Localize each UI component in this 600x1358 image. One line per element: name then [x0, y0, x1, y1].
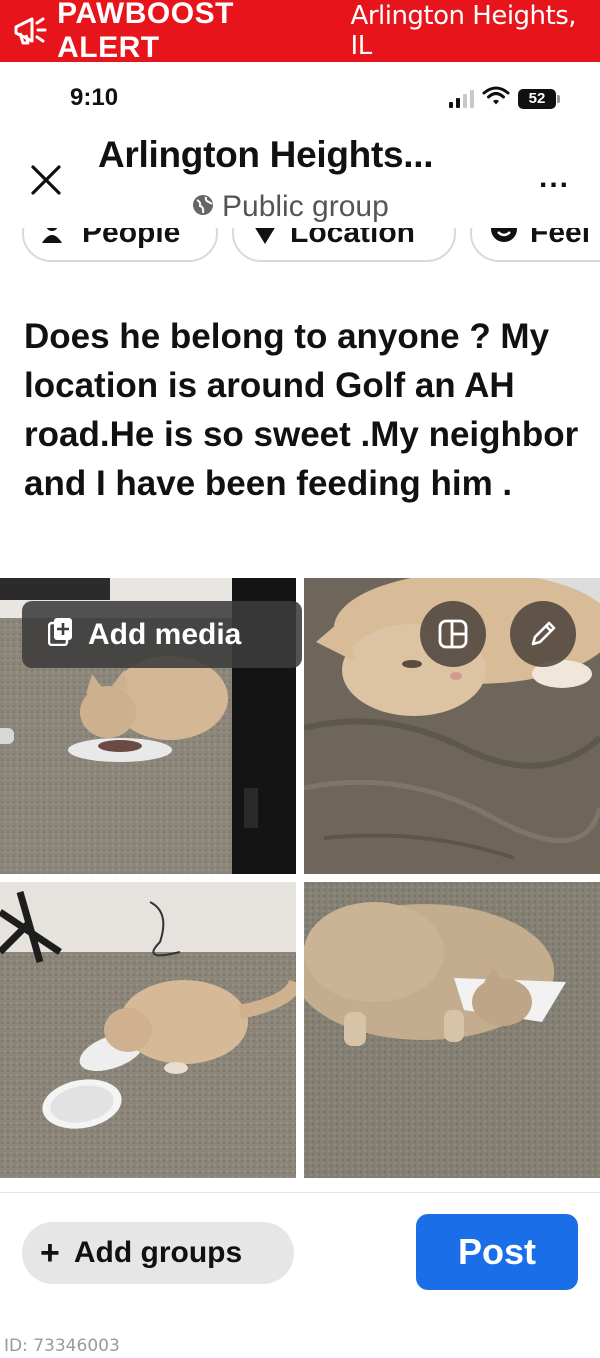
close-icon[interactable] [26, 160, 66, 200]
post-button[interactable]: Post [416, 1214, 578, 1290]
pencil-icon[interactable] [510, 601, 576, 667]
group-name[interactable]: Arlington Heights... [98, 134, 434, 176]
megaphone-icon [8, 9, 51, 53]
cellular-signal-icon [449, 89, 474, 108]
add-media-button[interactable]: Add media [22, 601, 302, 668]
battery-level: 52 [518, 88, 556, 109]
add-media-icon [47, 616, 74, 654]
post-composer-text[interactable]: Does he belong to anyone ? My location i… [24, 312, 584, 508]
battery-icon: 52 [518, 88, 560, 109]
cat-photo-4[interactable] [304, 882, 600, 1178]
add-groups-label: Add groups [73, 1236, 243, 1269]
globe-icon [192, 190, 214, 224]
listing-id: ID: 73346003 [4, 1336, 120, 1356]
photo-grid [0, 578, 600, 1178]
banner-brand: PAWBOOST ALERT [57, 0, 234, 64]
pawboost-banner: PAWBOOST ALERT Arlington Heights, IL [0, 0, 600, 64]
banner-location: Arlington Heights, IL [350, 1, 577, 61]
add-groups-button[interactable]: + Add groups [22, 1222, 294, 1284]
wifi-icon [482, 86, 510, 111]
add-media-label: Add media [88, 617, 242, 651]
layout-icon[interactable] [420, 601, 486, 667]
more-icon[interactable]: ... [539, 163, 570, 193]
footer-divider [0, 1192, 600, 1193]
cat-photo-3[interactable] [0, 882, 296, 1178]
status-time: 9:10 [70, 84, 119, 111]
status-bar: 9:10 52 [0, 62, 600, 134]
plus-icon: + [40, 1234, 60, 1272]
group-privacy: Public group [192, 190, 389, 224]
privacy-label: Public group [222, 190, 389, 223]
